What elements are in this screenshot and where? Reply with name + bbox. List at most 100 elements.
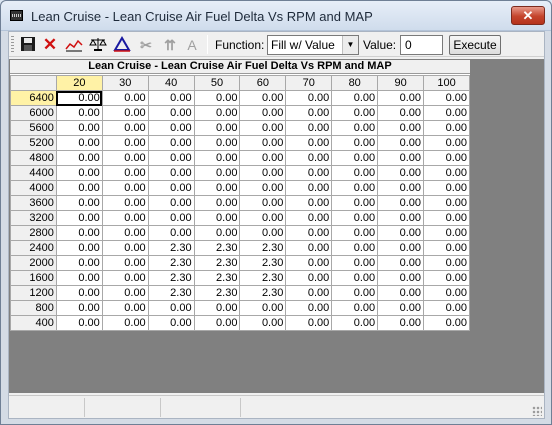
table-cell[interactable]: 0.00 xyxy=(285,120,333,136)
table-cell[interactable]: 0.00 xyxy=(101,270,149,286)
table-cell[interactable]: 0.00 xyxy=(193,150,241,166)
table-cell[interactable]: 0.00 xyxy=(239,210,287,226)
table-cell[interactable]: 0.00 xyxy=(193,165,241,181)
row-header[interactable]: 4800 xyxy=(10,150,57,166)
table-cell[interactable]: 0.00 xyxy=(285,240,333,256)
graph-icon[interactable] xyxy=(65,36,83,54)
corner-cell[interactable] xyxy=(10,75,57,91)
table-cell[interactable]: 0.00 xyxy=(423,120,470,136)
row-header[interactable]: 1200 xyxy=(10,285,57,301)
table-cell[interactable]: 0.00 xyxy=(331,105,379,121)
table-cell[interactable]: 0.00 xyxy=(423,315,470,331)
table-cell[interactable]: 0.00 xyxy=(239,195,287,211)
table-cell[interactable]: 0.00 xyxy=(147,135,195,151)
table-cell[interactable]: 0.00 xyxy=(101,105,149,121)
table-cell[interactable]: 0.00 xyxy=(101,315,149,331)
table-cell[interactable]: 0.00 xyxy=(193,120,241,136)
row-header[interactable]: 3200 xyxy=(10,210,57,226)
table-cell[interactable]: 2.30 xyxy=(193,270,241,286)
table-cell[interactable]: 0.00 xyxy=(423,165,470,181)
resize-grip[interactable] xyxy=(532,406,542,416)
row-header[interactable]: 6000 xyxy=(10,105,57,121)
row-header[interactable]: 400 xyxy=(10,315,57,331)
table-cell[interactable]: 0.00 xyxy=(423,210,470,226)
table-cell[interactable]: 0.00 xyxy=(193,135,241,151)
column-header[interactable]: 60 xyxy=(239,75,287,91)
table-cell[interactable]: 0.00 xyxy=(147,210,195,226)
table-cell[interactable]: 0.00 xyxy=(147,225,195,241)
table-cell[interactable]: 0.00 xyxy=(55,285,103,301)
table-cell[interactable]: 2.30 xyxy=(193,255,241,271)
row-header[interactable]: 2400 xyxy=(10,240,57,256)
table-cell[interactable]: 2.30 xyxy=(147,270,195,286)
table-cell[interactable]: 0.00 xyxy=(101,225,149,241)
table-cell[interactable]: 0.00 xyxy=(285,195,333,211)
table-cell[interactable]: 0.00 xyxy=(101,210,149,226)
column-header[interactable]: 80 xyxy=(331,75,379,91)
column-header[interactable]: 30 xyxy=(101,75,149,91)
delete-icon[interactable]: ✕ xyxy=(41,36,59,54)
chevron-down-icon[interactable]: ▼ xyxy=(342,36,358,54)
interpolate-icon[interactable]: ⇈ xyxy=(161,36,179,54)
table-cell[interactable]: 0.00 xyxy=(101,90,149,106)
table-cell[interactable]: 0.00 xyxy=(101,135,149,151)
table-cell[interactable]: 0.00 xyxy=(193,195,241,211)
table-cell[interactable]: 0.00 xyxy=(285,105,333,121)
table-cell[interactable]: 0.00 xyxy=(239,180,287,196)
table-cell[interactable]: 0.00 xyxy=(377,165,425,181)
table-cell[interactable]: 0.00 xyxy=(239,300,287,316)
table-cell[interactable]: 0.00 xyxy=(377,285,425,301)
column-header[interactable]: 40 xyxy=(147,75,195,91)
close-button[interactable]: ✕ xyxy=(511,6,545,25)
table-cell[interactable]: 0.00 xyxy=(55,240,103,256)
table-cell[interactable]: 0.00 xyxy=(193,225,241,241)
title-bar[interactable]: Lean Cruise - Lean Cruise Air Fuel Delta… xyxy=(1,1,551,31)
table-cell[interactable]: 0.00 xyxy=(55,105,103,121)
table-cell[interactable]: 0.00 xyxy=(55,255,103,271)
row-header[interactable]: 2800 xyxy=(10,225,57,241)
table-cell[interactable]: 0.00 xyxy=(147,300,195,316)
table-cell[interactable]: 0.00 xyxy=(101,285,149,301)
table-cell[interactable]: 0.00 xyxy=(331,195,379,211)
table-cell[interactable]: 0.00 xyxy=(55,135,103,151)
table-cell[interactable]: 0.00 xyxy=(331,210,379,226)
table-cell[interactable]: 0.00 xyxy=(147,165,195,181)
table-cell[interactable]: 0.00 xyxy=(147,315,195,331)
table-cell[interactable]: 0.00 xyxy=(239,105,287,121)
table-cell[interactable]: 0.00 xyxy=(193,90,241,106)
table-cell[interactable]: 0.00 xyxy=(101,120,149,136)
cut-icon[interactable]: ✂ xyxy=(137,36,155,54)
table-cell[interactable]: 2.30 xyxy=(147,240,195,256)
table-cell[interactable]: 0.00 xyxy=(377,255,425,271)
table-cell[interactable]: 0.00 xyxy=(377,150,425,166)
table-cell[interactable]: 0.00 xyxy=(101,255,149,271)
table-cell[interactable]: 2.30 xyxy=(239,255,287,271)
table-cell[interactable]: 0.00 xyxy=(377,120,425,136)
table-cell[interactable]: 0.00 xyxy=(423,300,470,316)
row-header[interactable]: 5600 xyxy=(10,120,57,136)
table-cell[interactable]: 0.00 xyxy=(285,165,333,181)
table-cell[interactable]: 0.00 xyxy=(239,315,287,331)
table-cell[interactable]: 0.00 xyxy=(285,300,333,316)
table-cell[interactable]: 0.00 xyxy=(55,315,103,331)
row-header[interactable]: 3600 xyxy=(10,195,57,211)
table-cell[interactable]: 0.00 xyxy=(377,225,425,241)
table-cell[interactable]: 0.00 xyxy=(147,120,195,136)
table-cell[interactable]: 0.00 xyxy=(377,180,425,196)
table-cell[interactable]: 0.00 xyxy=(55,195,103,211)
table-cell[interactable]: 0.00 xyxy=(377,135,425,151)
table-cell[interactable]: 0.00 xyxy=(193,300,241,316)
table-cell[interactable]: 0.00 xyxy=(101,180,149,196)
table-cell[interactable]: 0.00 xyxy=(285,270,333,286)
table-cell[interactable]: 0.00 xyxy=(239,225,287,241)
table-cell[interactable]: 0.00 xyxy=(285,150,333,166)
table-cell[interactable]: 0.00 xyxy=(423,195,470,211)
table-cell[interactable]: 2.30 xyxy=(239,270,287,286)
table-cell[interactable]: 2.30 xyxy=(147,285,195,301)
table-cell[interactable]: 0.00 xyxy=(101,165,149,181)
table-cell[interactable]: 0.00 xyxy=(55,225,103,241)
row-header[interactable]: 1600 xyxy=(10,270,57,286)
table-cell[interactable]: 0.00 xyxy=(331,315,379,331)
table-cell[interactable]: 0.00 xyxy=(101,195,149,211)
table-cell[interactable]: 0.00 xyxy=(239,150,287,166)
